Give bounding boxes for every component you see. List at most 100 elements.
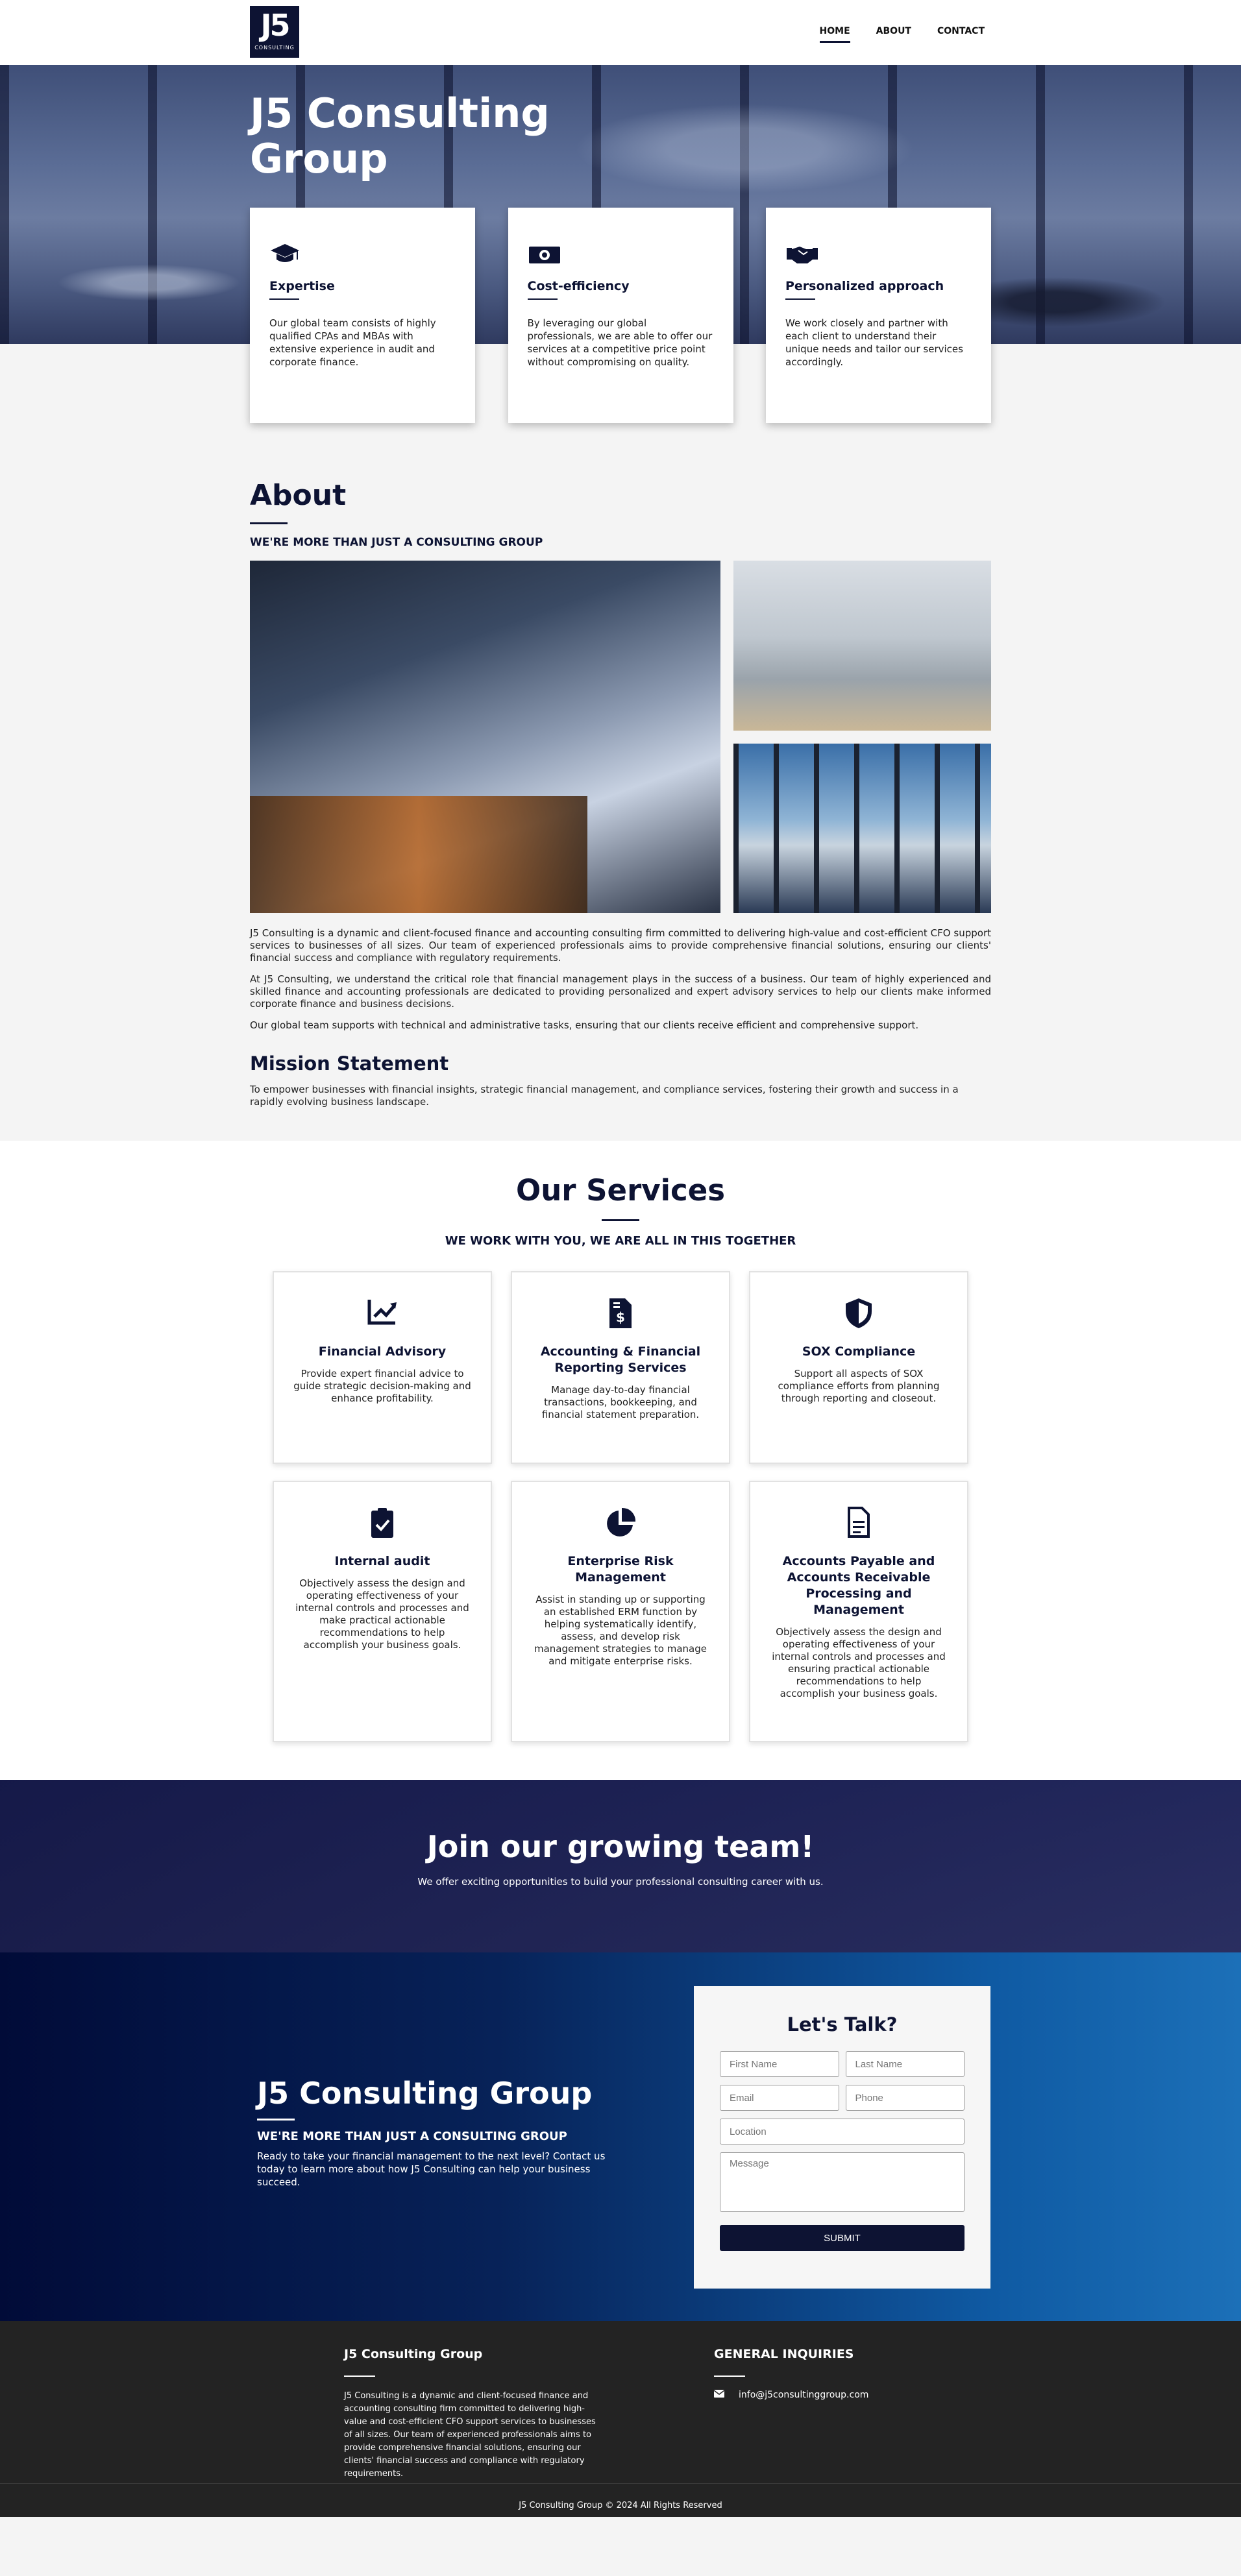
nav-about-link[interactable]: ABOUT — [876, 26, 911, 36]
file-text-icon — [770, 1507, 948, 1543]
graduation-cap-icon — [269, 243, 456, 273]
service-text: Provide expert financial advice to guide… — [293, 1368, 471, 1404]
about-subtitle: WE'RE MORE THAN JUST A CONSULTING GROUP — [250, 536, 543, 549]
services-title: Our Services — [515, 1173, 725, 1208]
envelope-icon — [713, 2390, 725, 2400]
nav-home-link[interactable]: HOME — [819, 26, 850, 43]
about-paragraph: J5 Consulting is a dynamic and client-fo… — [250, 927, 991, 964]
mission-title: Mission Statement — [250, 1052, 449, 1075]
join-text: We offer exciting opportunities to build… — [417, 1876, 824, 1888]
service-title: Internal audit — [334, 1554, 430, 1568]
service-title: Enterprise Risk Management — [567, 1554, 674, 1585]
contact-intro: J5 Consulting Group WE'RE MORE THAN JUST… — [257, 2076, 633, 2189]
service-card: Internal audit Objectively assess the de… — [273, 1481, 492, 1742]
email-input[interactable] — [720, 2085, 839, 2111]
about-section: About WE'RE MORE THAN JUST A CONSULTING … — [0, 344, 1241, 1141]
service-title: Financial Advisory — [318, 1344, 447, 1359]
footer-inquiries-column: GENERAL INQUIRIES info@j5consultinggroup… — [713, 2347, 868, 2400]
clipboard-check-icon — [293, 1507, 471, 1543]
service-card: Financial Advisory Provide expert financ… — [273, 1271, 492, 1464]
about-title: About — [250, 479, 347, 512]
service-card: SOX Compliance Support all aspects of SO… — [749, 1271, 968, 1464]
title-underline — [714, 2376, 745, 2377]
footer-about-text: J5 Consulting is a dynamic and client-fo… — [344, 2391, 596, 2479]
title-underline — [602, 1219, 639, 1221]
company-logo[interactable]: J5 CONSULTING — [250, 6, 299, 58]
last-name-input[interactable] — [845, 2051, 965, 2077]
mission-text: To empower businesses with financial ins… — [250, 1084, 959, 1108]
contact-subtitle: WE'RE MORE THAN JUST A CONSULTING GROUP — [257, 2130, 567, 2143]
service-text: Assist in standing up or supporting an e… — [534, 1594, 707, 1667]
feature-card-cost-efficiency: Cost-efficiency By leveraging our global… — [508, 208, 733, 423]
about-paragraph: Our global team supports with technical … — [250, 1019, 919, 1031]
feature-text: We work closely and partner with each cl… — [785, 317, 963, 368]
pie-chart-icon — [532, 1507, 709, 1543]
logo-subtext: CONSULTING — [254, 45, 295, 51]
footer-email[interactable]: info@j5consultinggroup.com — [713, 2390, 868, 2400]
city-window-image — [733, 744, 991, 913]
first-name-input[interactable] — [720, 2051, 839, 2077]
title-underline — [269, 298, 299, 300]
contact-text: Ready to take your financial management … — [257, 2150, 606, 2188]
service-text: Manage day-to-day financial transactions… — [541, 1384, 700, 1420]
service-card: Accounts Payable and Accounts Receivable… — [749, 1481, 968, 1742]
nav-contact-link[interactable]: CONTACT — [937, 26, 985, 36]
service-title: Accounts Payable and Accounts Receivable… — [782, 1554, 935, 1617]
service-title: SOX Compliance — [802, 1344, 916, 1359]
service-title: Accounting & Financial Reporting Service… — [540, 1344, 701, 1375]
services-grid: Financial Advisory Provide expert financ… — [273, 1271, 968, 1742]
site-footer: J5 Consulting Group J5 Consulting is a d… — [0, 2321, 1241, 2517]
title-underline — [257, 2119, 295, 2120]
feature-title: Expertise — [269, 279, 335, 293]
title-underline — [785, 298, 815, 300]
hero-section: J5 Consulting Group Expertise Our global… — [0, 65, 1241, 423]
handshake-icon — [785, 243, 972, 273]
footer-title: J5 Consulting Group — [344, 2347, 483, 2361]
email-link[interactable]: info@j5consultinggroup.com — [739, 2390, 868, 2400]
copyright-bar: J5 Consulting Group © 2024 All Rights Re… — [0, 2483, 1241, 2510]
contact-title: J5 Consulting Group — [257, 2076, 593, 2111]
hero-title: J5 Consulting Group — [250, 90, 550, 182]
title-underline — [527, 298, 558, 300]
feature-text: By leveraging our global professionals, … — [527, 317, 713, 368]
feature-text: Our global team consists of highly quali… — [269, 317, 436, 368]
about-paragraph: At J5 Consulting, we understand the crit… — [250, 973, 991, 1010]
feature-card-expertise: Expertise Our global team consists of hi… — [250, 208, 475, 423]
join-title: Join our growing team! — [426, 1829, 815, 1864]
service-text: Objectively assess the design and operat… — [772, 1626, 946, 1699]
money-bill-icon — [528, 243, 714, 273]
submit-button[interactable]: SUBMIT — [720, 2225, 965, 2251]
chart-line-icon — [293, 1297, 471, 1333]
contact-form: Let's Talk? SUBMIT — [694, 1986, 990, 2289]
main-menu: HOME ABOUT CONTACT — [819, 26, 985, 43]
footer-about-column: J5 Consulting Group J5 Consulting is a d… — [344, 2347, 604, 2481]
location-input[interactable] — [720, 2119, 965, 2145]
footer-title: GENERAL INQUIRIES — [714, 2347, 854, 2361]
service-text: Support all aspects of SOX compliance ef… — [778, 1368, 940, 1404]
service-card: Enterprise Risk Management Assist in sta… — [511, 1481, 730, 1742]
services-subtitle: WE WORK WITH YOU, WE ARE ALL IN THIS TOG… — [445, 1234, 796, 1248]
file-invoice-dollar-icon: $ — [532, 1297, 709, 1333]
service-card: $ Accounting & Financial Reporting Servi… — [511, 1271, 730, 1464]
phone-input[interactable] — [845, 2085, 965, 2111]
title-underline — [250, 522, 288, 524]
service-text: Objectively assess the design and operat… — [295, 1577, 469, 1651]
message-textarea[interactable] — [720, 2152, 965, 2212]
copyright-text: J5 Consulting Group © 2024 All Rights Re… — [519, 2501, 722, 2510]
about-gallery — [250, 561, 991, 913]
feature-cards: Expertise Our global team consists of hi… — [250, 208, 991, 423]
office-interior-image — [733, 561, 991, 731]
feature-card-personalized: Personalized approach We work closely an… — [766, 208, 991, 423]
title-underline — [344, 2376, 375, 2377]
join-team-banner: Join our growing team! We offer exciting… — [0, 1780, 1241, 1952]
skyscrapers-image — [250, 561, 720, 913]
top-navbar: J5 CONSULTING HOME ABOUT CONTACT — [0, 0, 1241, 65]
side-images — [733, 561, 991, 913]
services-section: Our Services WE WORK WITH YOU, WE ARE AL… — [0, 1141, 1241, 1780]
feature-title: Cost-efficiency — [527, 279, 630, 293]
feature-title: Personalized approach — [785, 279, 944, 293]
svg-text:$: $ — [616, 1309, 625, 1325]
shield-icon — [770, 1297, 948, 1333]
contact-section: J5 Consulting Group WE'RE MORE THAN JUST… — [0, 1952, 1241, 2321]
form-title: Let's Talk? — [787, 2013, 898, 2035]
